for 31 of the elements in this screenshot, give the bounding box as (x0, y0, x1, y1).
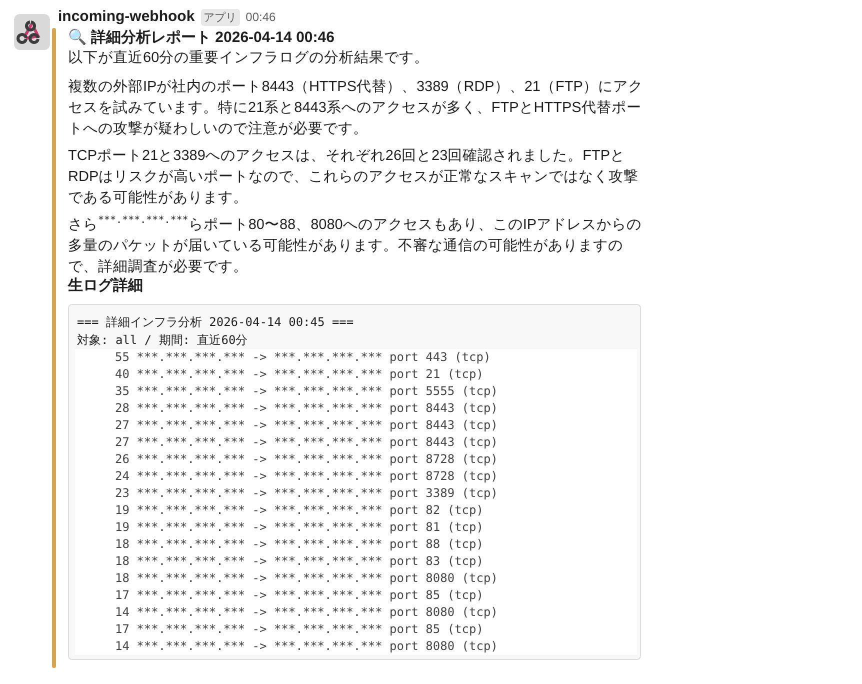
log-row-text: 17 ***.***.***.*** -> ***.***.***.*** port 85 (tcp) (115, 587, 484, 604)
body-paragraph: さら$^{***.***.***.***}$らポート80〜88、8080へのアクセスもあり、このIPアドレスからの多量のパケットが届いている可能性があります。不審な通信の可能性がありますので、詳細調査が必要です。 (68, 215, 643, 277)
app-avatar-icon[interactable] (14, 14, 50, 50)
code-line: === 詳細インフラ分析 2026-04-14 00:45 === (77, 314, 355, 331)
log-row-text: 23 ***.***.***.*** -> ***.***.***.*** port 3389 (tcp) (115, 485, 499, 502)
log-row-text: 55 ***.***.***.*** -> ***.***.***.*** port 443 (tcp) (115, 349, 492, 366)
log-row-text: 14 ***.***.***.*** -> ***.***.***.*** port 8080 (tcp) (115, 638, 499, 655)
log-row-text: 27 ***.***.***.*** -> ***.***.***.*** port 8443 (tcp) (115, 417, 499, 434)
app-badge: アプリ (200, 9, 240, 26)
code-line: 対象: all / 期間: 直近60分 (77, 332, 249, 349)
magnifier-icon: 🔍 (68, 28, 87, 48)
log-row-text: 40 ***.***.***.*** -> ***.***.***.*** port 21 (tcp) (115, 366, 484, 383)
body-paragraph: TCPポート21と3389へのアクセスは、それぞれ26回と23回確認されました。FTPとRDPはリスクが高いポートなので、これらのアクセスが正常なスキャンではなく攻撃である可能性があります。 (68, 147, 640, 208)
log-row-text: 18 ***.***.***.*** -> ***.***.***.*** port 83 (tcp) (115, 553, 484, 570)
log-row-text: 19 ***.***.***.*** -> ***.***.***.*** port 82 (tcp) (115, 502, 484, 519)
message-time[interactable]: 00:46 (246, 10, 276, 24)
log-row-text: 18 ***.***.***.*** -> ***.***.***.*** port 8080 (tcp) (115, 570, 499, 587)
log-row-text: 17 ***.***.***.*** -> ***.***.***.*** port 85 (tcp) (115, 621, 484, 638)
log-row-text: 19 ***.***.***.*** -> ***.***.***.*** port 81 (tcp) (115, 519, 484, 536)
report-title: 詳細分析レポート 2026-04-14 00:46 (91, 28, 334, 48)
log-row-text: 18 ***.***.***.*** -> ***.***.***.*** port 88 (tcp) (115, 536, 484, 553)
log-row-text: 24 ***.***.***.*** -> ***.***.***.*** port 8728 (tcp) (115, 468, 499, 485)
sender-name[interactable]: incoming-webhook (58, 8, 195, 25)
log-row-text: 14 ***.***.***.*** -> ***.***.***.*** port 8080 (tcp) (115, 604, 499, 621)
body-paragraph: 複数の外部IPが社内のポート8443（HTTPS代替）、3389（RDP）、21（FTP）にアクセスを試みています。特に21系と8443系へのアクセスが多く、FTPとHTTPS代替ポートへの攻撃が疑わしいので注意が必要です。 (68, 78, 643, 139)
log-row-text: 26 ***.***.***.*** -> ***.***.***.*** port 8728 (tcp) (115, 451, 499, 468)
section-title: 生ログ詳細 (68, 276, 144, 296)
log-row-text: 35 ***.***.***.*** -> ***.***.***.*** port 5555 (tcp) (115, 383, 499, 400)
body-paragraph: 以下が直近60分の重要インフラログの分析結果です。 (68, 49, 430, 68)
log-row-text: 27 ***.***.***.*** -> ***.***.***.*** port 8443 (tcp) (115, 434, 499, 451)
log-row-text: 28 ***.***.***.*** -> ***.***.***.*** port 8443 (tcp) (115, 400, 499, 417)
